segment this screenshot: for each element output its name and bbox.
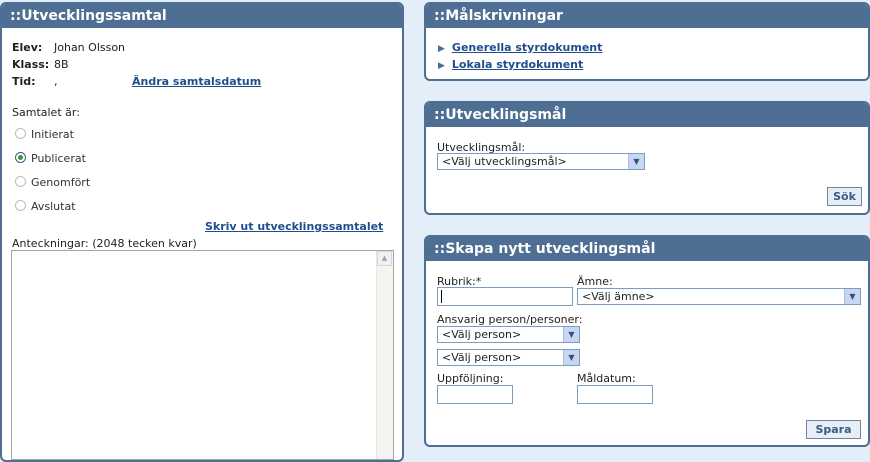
skapa-title: ::Skapa nytt utvecklingsmål — [426, 237, 868, 261]
status-label: Samtalet är: — [12, 106, 80, 119]
chevron-down-icon[interactable]: ▼ — [563, 327, 579, 342]
search-button[interactable]: Sök — [827, 187, 862, 206]
utvecklingssamtal-title: ::Utvecklingssamtal — [2, 4, 402, 28]
utvecklingsmal-title: ::Utvecklingsmål — [426, 103, 868, 127]
radio-icon[interactable] — [15, 176, 26, 187]
generella-styrdokument-link[interactable]: ▶ Generella styrdokument — [438, 41, 602, 54]
radio-label: Genomfört — [31, 176, 91, 189]
uppfoljning-label: Uppföljning: — [437, 372, 504, 385]
maldatum-label: Måldatum: — [577, 372, 636, 385]
radio-selected-icon[interactable] — [15, 152, 26, 163]
chevron-down-icon[interactable]: ▼ — [563, 350, 579, 365]
save-button[interactable]: Spara — [806, 420, 861, 439]
lokala-styrdokument-link[interactable]: ▶ Lokala styrdokument — [438, 58, 583, 71]
arrow-right-icon: ▶ — [438, 44, 445, 54]
utvecklingssamtal-panel: ::Utvecklingssamtal Elev: Johan Olsson K… — [0, 2, 404, 462]
chevron-down-icon[interactable]: ▼ — [628, 154, 644, 169]
select-value: <Välj ämne> — [582, 290, 655, 303]
person-select-2[interactable]: <Välj person> ▼ — [437, 349, 580, 366]
person-select-1[interactable]: <Välj person> ▼ — [437, 326, 580, 343]
text-cursor — [441, 290, 442, 303]
utvecklingsmal-panel: ::Utvecklingsmål Utvecklingsmål: <Välj u… — [424, 101, 870, 215]
utvecklingsmal-select[interactable]: <Välj utvecklingsmål> ▼ — [437, 153, 645, 170]
radio-icon[interactable] — [15, 200, 26, 211]
radio-icon[interactable] — [15, 128, 26, 139]
select-value: <Välj person> — [442, 328, 522, 341]
notes-label: Anteckningar: (2048 tecken kvar) — [12, 237, 197, 250]
radio-label: Publicerat — [31, 152, 86, 165]
malskrivningar-panel: ::Målskrivningar ▶ Generella styrdokument… — [424, 2, 870, 81]
chevron-down-icon[interactable]: ▼ — [844, 289, 860, 304]
skapa-panel: ::Skapa nytt utvecklingsmål Rubrik:* Ämn… — [424, 235, 870, 447]
ansvarig-label: Ansvarig person/personer: — [437, 313, 583, 326]
klass-value: 8B — [54, 58, 69, 71]
select-value: <Välj person> — [442, 351, 522, 364]
status-option-publicerat[interactable]: Publicerat — [15, 152, 86, 165]
klass-label: Klass: — [12, 58, 50, 71]
maldatum-input[interactable] — [577, 385, 653, 404]
amne-select[interactable]: <Välj ämne> ▼ — [577, 288, 861, 305]
notes-textarea[interactable]: ▲ — [11, 250, 394, 460]
uppfoljning-input[interactable] — [437, 385, 513, 404]
elev-value: Johan Olsson — [54, 41, 126, 54]
scrollbar[interactable]: ▲ — [376, 251, 393, 459]
scroll-up-icon[interactable]: ▲ — [377, 251, 392, 266]
link-label[interactable]: Generella styrdokument — [452, 41, 602, 54]
link-label[interactable]: Lokala styrdokument — [452, 58, 583, 71]
malskrivningar-title: ::Målskrivningar — [426, 4, 868, 28]
rubrik-input[interactable] — [437, 287, 573, 306]
print-link[interactable]: Skriv ut utvecklingssamtalet — [205, 220, 383, 233]
arrow-right-icon: ▶ — [438, 61, 445, 71]
status-option-avslutat[interactable]: Avslutat — [15, 200, 76, 213]
radio-label: Initierat — [31, 128, 74, 141]
status-option-initierat[interactable]: Initierat — [15, 128, 74, 141]
tid-value: , — [54, 75, 58, 88]
elev-label: Elev: — [12, 41, 43, 54]
tid-label: Tid: — [12, 75, 36, 88]
change-date-link[interactable]: Ändra samtalsdatum — [132, 75, 261, 88]
radio-label: Avslutat — [31, 200, 76, 213]
amne-label: Ämne: — [577, 275, 613, 288]
status-option-genomfort[interactable]: Genomfört — [15, 176, 90, 189]
select-value: <Välj utvecklingsmål> — [442, 155, 567, 168]
